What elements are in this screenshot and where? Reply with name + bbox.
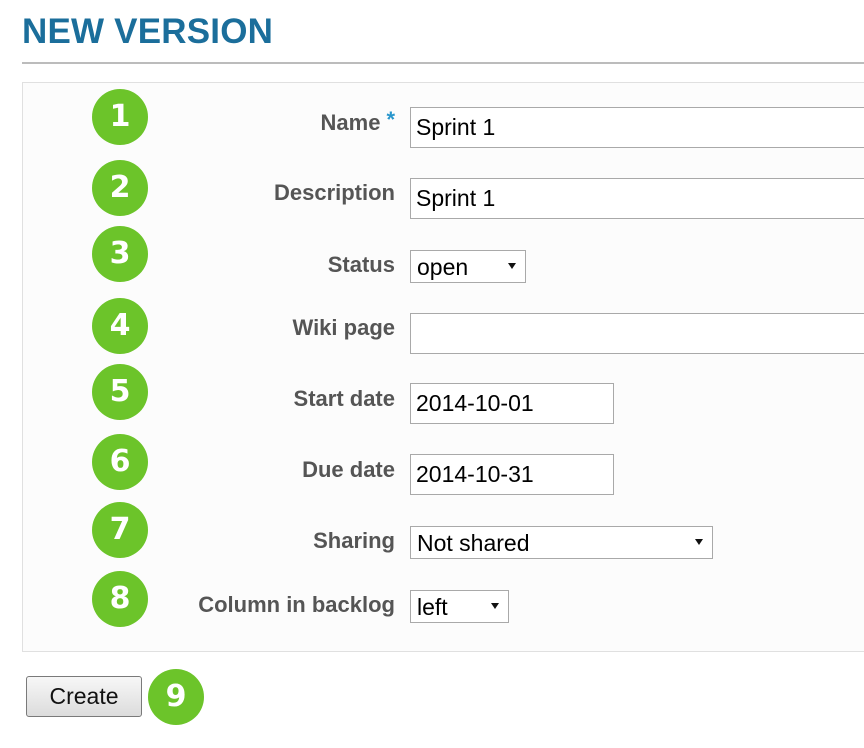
start-date-input[interactable] bbox=[410, 383, 614, 424]
status-selected-value: open bbox=[417, 254, 469, 280]
new-version-page: NEW VERSION 1 Name* 2 Description 3 Stat… bbox=[0, 0, 864, 748]
dropdown-arrow-icon bbox=[508, 263, 516, 269]
step-badge-1: 1 bbox=[92, 89, 148, 145]
wiki-page-input[interactable] bbox=[410, 313, 864, 354]
step-badge-8: 8 bbox=[92, 571, 148, 627]
page-title: NEW VERSION bbox=[22, 12, 274, 51]
due-date-label: Due date bbox=[302, 457, 395, 482]
step-badge-4: 4 bbox=[92, 298, 148, 354]
status-label: Status bbox=[327, 252, 395, 277]
column-in-backlog-selected-value: left bbox=[417, 594, 448, 620]
step-badge-7: 7 bbox=[92, 502, 148, 558]
status-select[interactable]: open bbox=[410, 250, 526, 283]
create-button[interactable]: Create bbox=[26, 676, 142, 717]
description-label: Description bbox=[273, 180, 395, 205]
start-date-label: Start date bbox=[293, 386, 395, 411]
version-form bbox=[22, 82, 864, 652]
dropdown-arrow-icon bbox=[491, 603, 499, 609]
step-badge-9: 9 bbox=[148, 669, 204, 725]
required-asterisk: * bbox=[386, 107, 395, 132]
step-badge-6: 6 bbox=[92, 434, 148, 490]
wiki-page-label: Wiki page bbox=[292, 315, 396, 340]
step-badge-2: 2 bbox=[92, 160, 148, 216]
title-divider bbox=[22, 62, 864, 64]
column-in-backlog-label: Column in backlog bbox=[198, 592, 395, 617]
name-label: Name * bbox=[320, 107, 395, 136]
column-in-backlog-select[interactable]: left bbox=[410, 590, 509, 623]
name-input[interactable] bbox=[410, 107, 864, 148]
sharing-selected-value: Not shared bbox=[417, 530, 530, 556]
sharing-label: Sharing bbox=[313, 528, 395, 553]
dropdown-arrow-icon bbox=[695, 539, 703, 545]
due-date-input[interactable] bbox=[410, 454, 614, 495]
step-badge-3: 3 bbox=[92, 226, 148, 282]
step-badge-5: 5 bbox=[92, 364, 148, 420]
sharing-select[interactable]: Not shared bbox=[410, 526, 713, 559]
description-input[interactable] bbox=[410, 178, 864, 219]
name-label-text: Name bbox=[320, 110, 381, 135]
